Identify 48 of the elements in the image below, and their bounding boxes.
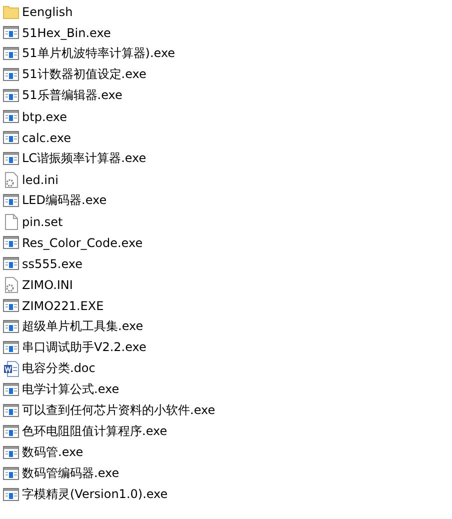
file-name[interactable]: ss555.exe: [22, 256, 83, 270]
settings-file-icon: [4, 172, 18, 188]
file-name[interactable]: calc.exe: [22, 130, 71, 144]
file-name[interactable]: LED编码器.exe: [22, 192, 107, 209]
application-icon: [3, 131, 19, 144]
application-icon: [3, 26, 19, 39]
file-name[interactable]: ZIMO.INI: [22, 278, 73, 292]
application-icon: [3, 446, 19, 459]
file-name[interactable]: 51Hex_Bin.exe: [22, 26, 111, 40]
file-name[interactable]: 电学计算公式.exe: [22, 381, 120, 398]
application-icon: [3, 68, 19, 81]
application-icon: [3, 299, 19, 312]
file-name[interactable]: LC谐振频率计算器.exe: [22, 150, 146, 167]
file-name[interactable]: 串口调试助手V2.2.exe: [22, 339, 146, 356]
file-name[interactable]: Res_Color_Code.exe: [22, 236, 143, 250]
file-name[interactable]: Eenglish: [22, 4, 73, 18]
application-icon: [3, 425, 19, 438]
application-icon: [3, 341, 19, 354]
file-name[interactable]: 超级单片机工具集.exe: [22, 318, 144, 335]
blank-file-icon: [4, 214, 18, 230]
file-name[interactable]: 电容分类.doc: [22, 360, 96, 377]
file-name[interactable]: 可以查到任何芯片资料的小软件.exe: [22, 402, 216, 419]
application-icon: [3, 194, 19, 207]
application-icon: [3, 467, 19, 480]
file-name[interactable]: 51乐普编辑器.exe: [22, 87, 122, 104]
file-name[interactable]: 51单片机波特率计算器).exe: [22, 45, 176, 62]
application-icon: [3, 320, 19, 333]
file-name[interactable]: pin.set: [22, 214, 63, 228]
application-icon: [3, 404, 19, 417]
file-name[interactable]: led.ini: [22, 172, 58, 186]
file-name[interactable]: 51计数器初值设定.exe: [22, 66, 146, 83]
file-name[interactable]: 数码管编码器.exe: [22, 465, 120, 482]
file-name[interactable]: 数码管.exe: [22, 444, 84, 461]
word-document-icon: [4, 360, 18, 376]
application-icon: [3, 383, 19, 396]
file-name[interactable]: 字模精灵(Version1.0).exe: [22, 486, 168, 503]
application-icon: [3, 47, 19, 60]
file-name[interactable]: ZIMO221.EXE: [22, 298, 104, 312]
file-name[interactable]: btp.exe: [22, 110, 68, 124]
application-icon: [3, 236, 19, 249]
application-icon: [3, 152, 19, 165]
application-icon: [3, 488, 19, 501]
application-icon: [3, 89, 19, 102]
folder-icon: [3, 4, 19, 18]
application-icon: [3, 110, 19, 123]
application-icon: [3, 257, 19, 270]
settings-file-icon: [4, 276, 18, 292]
file-name[interactable]: 色环电阻阻值计算程序.exe: [22, 423, 168, 440]
